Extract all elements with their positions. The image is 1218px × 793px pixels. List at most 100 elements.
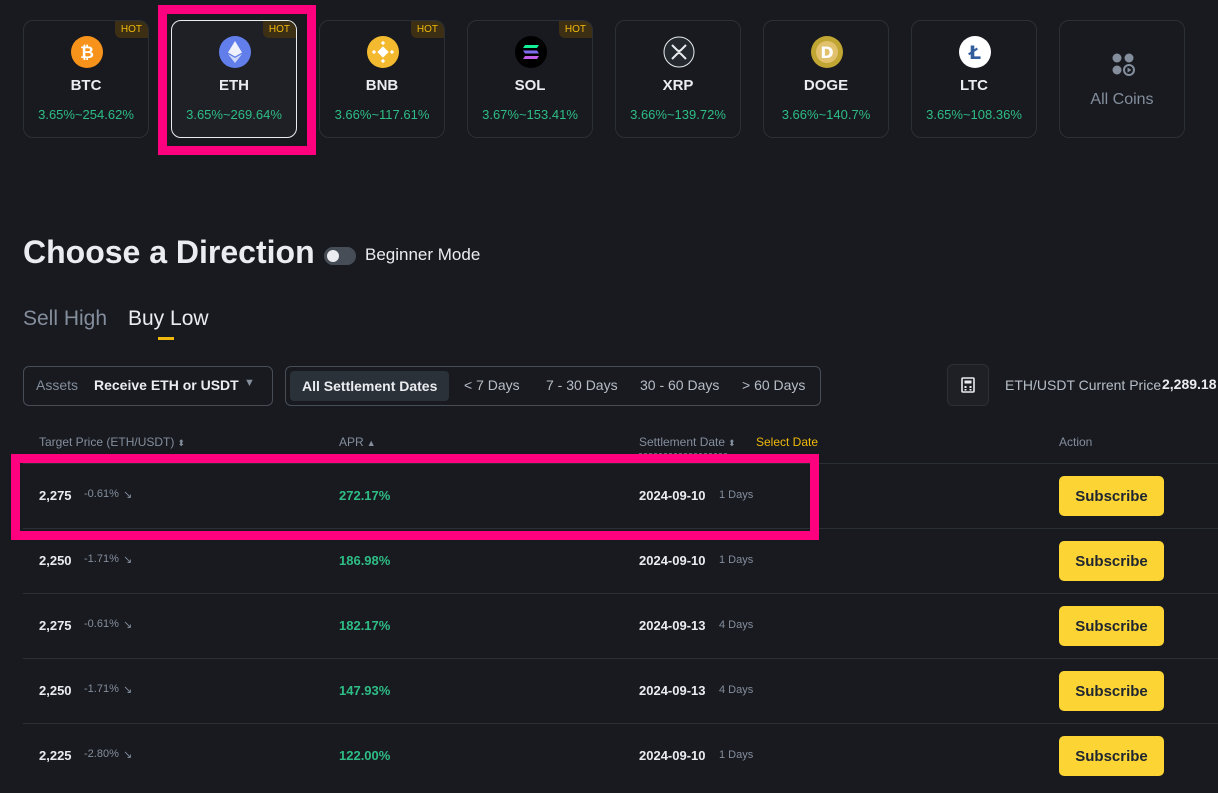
all-coins-icon (1110, 51, 1136, 77)
sort-icon: ⬍ (177, 438, 185, 448)
settlement-date: 2024-09-13 (639, 618, 706, 633)
filter-all-settlement-dates[interactable]: All Settlement Dates (290, 371, 450, 401)
days-count: 4 Days (719, 619, 754, 631)
table-row: 2,275 -0.61% ↘ 272.17% 2024-09-10 1 Days… (23, 463, 1218, 529)
coin-card-bnb[interactable]: HOT BNB 3.66%~117.61% (319, 20, 445, 138)
settlement-date: 2024-09-10 (639, 488, 706, 503)
solana-icon (515, 36, 547, 68)
coin-name: SOL (514, 77, 546, 94)
calculator-button[interactable] (947, 364, 989, 406)
xrp-icon (663, 36, 695, 68)
days-count: 4 Days (719, 684, 754, 696)
header-target-price[interactable]: Target Price (ETH/USDT) ⬍ (39, 435, 185, 449)
coin-apr-range: 3.65%~108.36% (926, 107, 1022, 122)
assets-dropdown[interactable]: Assets Receive ETH or USDT ▼ (23, 366, 273, 406)
subscribe-button[interactable]: Subscribe (1059, 541, 1164, 581)
coin-card-ltc[interactable]: Ł LTC 3.65%~108.36% (911, 20, 1037, 138)
toggle-knob (327, 250, 339, 262)
svg-text:Ł: Ł (968, 42, 981, 64)
filter-under-7-days[interactable]: < 7 Days (464, 377, 520, 393)
all-coins-button[interactable]: All Coins (1059, 20, 1185, 138)
subscribe-button[interactable]: Subscribe (1059, 736, 1164, 776)
trend-down-icon: ↘ (123, 554, 133, 566)
tab-buy-low[interactable]: Buy Low (128, 307, 209, 331)
coin-apr-range: 3.66%~117.61% (334, 107, 430, 122)
days-count: 1 Days (719, 554, 754, 566)
tab-sell-high[interactable]: Sell High (23, 307, 107, 331)
coin-card-btc[interactable]: HOT ₿ BTC 3.65%~254.62% (23, 20, 149, 138)
coin-apr-range: 3.65%~269.64% (186, 107, 282, 122)
target-price: 2,250 (39, 553, 72, 568)
price-change: -1.71% (84, 683, 119, 695)
apr-value: 147.93% (339, 683, 391, 698)
hot-badge: HOT (410, 21, 444, 38)
apr-value: 186.98% (339, 553, 391, 568)
assets-label: Assets (36, 377, 79, 393)
calculator-icon (961, 377, 975, 393)
bnb-icon (367, 36, 399, 68)
table-row: 2,250 -1.71% ↘ 186.98% 2024-09-10 1 Days… (23, 528, 1218, 594)
sort-asc-icon: ▲ (366, 438, 376, 448)
select-date-link[interactable]: Select Date (756, 435, 818, 449)
beginner-mode-label: Beginner Mode (365, 245, 481, 264)
target-price: 2,275 (39, 488, 72, 503)
ethereum-icon (219, 36, 251, 68)
current-price-label: ETH/USDT Current Price (1005, 377, 1162, 393)
header-underline (639, 453, 727, 454)
coin-apr-range: 3.65%~254.62% (38, 107, 134, 122)
beginner-mode-toggle[interactable] (324, 247, 356, 265)
coin-card-eth[interactable]: HOT ETH 3.65%~269.64% (171, 20, 297, 138)
filter-over-60-days[interactable]: > 60 Days (742, 377, 805, 393)
days-count: 1 Days (719, 749, 754, 761)
filter-7-30-days[interactable]: 7 - 30 Days (546, 377, 618, 393)
svg-text:₿: ₿ (80, 43, 94, 63)
days-count: 1 Days (719, 489, 754, 501)
coin-name: LTC (959, 77, 989, 94)
header-action: Action (1059, 435, 1093, 449)
dogecoin-icon: D (811, 36, 843, 68)
settlement-date: 2024-09-10 (639, 748, 706, 763)
coin-name: XRP (662, 77, 694, 94)
apr-value: 182.17% (339, 618, 391, 633)
subscribe-button[interactable]: Subscribe (1059, 606, 1164, 646)
header-apr[interactable]: APR ▲ (339, 435, 376, 449)
price-change: -1.71% (84, 553, 119, 565)
coin-apr-range: 3.66%~140.7% (781, 107, 871, 122)
coin-card-xrp[interactable]: XRP 3.66%~139.72% (615, 20, 741, 138)
header-apr-label: APR (339, 435, 364, 449)
filter-30-60-days[interactable]: 30 - 60 Days (640, 377, 719, 393)
settlement-date: 2024-09-10 (639, 553, 706, 568)
header-settlement-date[interactable]: Settlement Date ⬍ (639, 435, 736, 449)
litecoin-icon: Ł (959, 36, 991, 68)
table-row: 2,250 -1.71% ↘ 147.93% 2024-09-13 4 Days… (23, 658, 1218, 724)
settlement-date: 2024-09-13 (639, 683, 706, 698)
trend-down-icon: ↘ (123, 489, 133, 501)
coin-card-doge[interactable]: D DOGE 3.66%~140.7% (763, 20, 889, 138)
trend-down-icon: ↘ (123, 749, 133, 761)
header-target-price-label: Target Price (ETH/USDT) (39, 435, 175, 449)
active-tab-indicator (158, 337, 174, 340)
table-row: 2,275 -0.61% ↘ 182.17% 2024-09-13 4 Days… (23, 593, 1218, 659)
subscribe-button[interactable]: Subscribe (1059, 476, 1164, 516)
assets-value: Receive ETH or USDT (94, 377, 239, 393)
coin-apr-range: 3.67%~153.41% (482, 107, 578, 122)
subscribe-button[interactable]: Subscribe (1059, 671, 1164, 711)
table-row: 2,225 -2.80% ↘ 122.00% 2024-09-10 1 Days… (23, 723, 1218, 789)
settlement-date-filter: All Settlement Dates < 7 Days 7 - 30 Day… (285, 366, 821, 406)
price-change: -0.61% (84, 618, 119, 630)
price-change: -0.61% (84, 488, 119, 500)
target-price: 2,225 (39, 748, 72, 763)
header-settlement-label: Settlement Date (639, 435, 726, 449)
price-change: -2.80% (84, 748, 119, 760)
target-price: 2,275 (39, 618, 72, 633)
current-price-value: 2,289.18 (1162, 376, 1217, 392)
apr-value: 122.00% (339, 748, 391, 763)
hot-badge: HOT (262, 21, 296, 38)
coin-card-sol[interactable]: HOT SOL 3.67%~153.41% (467, 20, 593, 138)
trend-down-icon: ↘ (123, 619, 133, 631)
sort-icon: ⬍ (728, 438, 736, 448)
coin-name: BTC (70, 77, 102, 94)
coin-name: BNB (365, 77, 399, 94)
all-coins-label: All Coins (1090, 91, 1154, 108)
svg-text:D: D (820, 43, 833, 62)
